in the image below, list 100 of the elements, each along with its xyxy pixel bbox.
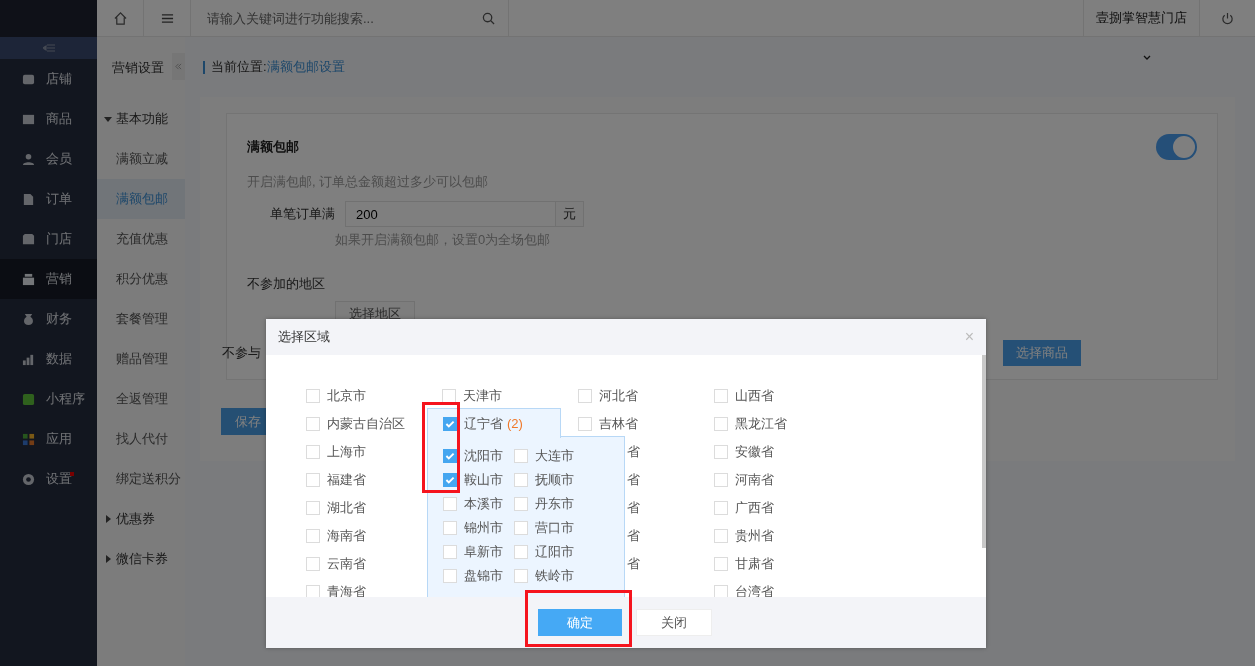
nav-icon <box>22 232 35 246</box>
nav-item[interactable]: 营销 <box>0 259 97 299</box>
nav-item[interactable]: 应用 <box>0 419 97 459</box>
nav-item[interactable]: 会员 <box>0 139 97 179</box>
nav-icon <box>22 392 35 406</box>
region-label[interactable]: 安徽省 <box>735 443 774 461</box>
nav-icon <box>22 312 35 326</box>
region-label[interactable]: 吉林省 <box>599 415 638 433</box>
region-label[interactable]: 贵州省 <box>735 527 774 545</box>
region-label[interactable]: 省 <box>627 443 640 461</box>
nav-icon <box>22 472 35 486</box>
sidebar-group[interactable]: 基本功能 <box>97 99 185 139</box>
region-label[interactable]: 海南省 <box>327 527 366 545</box>
selected-count: (2) <box>507 416 523 431</box>
sidebar-item[interactable]: 绑定送积分 <box>97 459 185 499</box>
nav-item[interactable]: 财务 <box>0 299 97 339</box>
city-label[interactable]: 锦州市 <box>464 519 503 537</box>
region-label[interactable]: 云南省 <box>327 555 366 573</box>
nav-item[interactable]: 商品 <box>0 99 97 139</box>
nav-icon <box>22 272 35 286</box>
city-label[interactable]: 盘锦市 <box>464 567 503 585</box>
nav-icon <box>22 192 35 206</box>
double-chevron-icon <box>175 63 182 70</box>
region-label[interactable]: 湖北省 <box>327 499 366 517</box>
unit-addon: 元 <box>556 201 584 227</box>
region-label[interactable]: 黑龙江省 <box>735 415 787 433</box>
region-label[interactable]: 省 <box>627 471 640 489</box>
region-label[interactable]: 省 <box>627 555 640 573</box>
home-icon <box>113 11 127 25</box>
region-label[interactable]: 省 <box>627 499 640 517</box>
region-label[interactable]: 广西省 <box>735 499 774 517</box>
checkbox[interactable] <box>443 416 457 431</box>
province-tab[interactable]: 辽宁省 (2) <box>427 408 561 438</box>
region-label[interactable]: 上海市 <box>327 443 366 461</box>
triangle-icon <box>104 515 112 523</box>
chevron-down-icon[interactable] <box>1143 55 1151 60</box>
region-label[interactable]: 北京市 <box>327 387 366 405</box>
breadcrumb-label: 当前位置: <box>211 58 267 76</box>
sidebar-item[interactable]: 积分优惠 <box>97 259 185 299</box>
sidebar-group[interactable]: 微信卡券 <box>97 539 185 579</box>
field-label: 单笔订单满 <box>269 205 336 223</box>
checkbox[interactable] <box>443 449 457 463</box>
triangle-icon <box>104 115 112 123</box>
nav-icon <box>22 152 35 166</box>
city-label[interactable]: 沈阳市 <box>464 447 503 465</box>
triangle-icon <box>104 555 112 563</box>
sidebar-item[interactable]: 充值优惠 <box>97 219 185 259</box>
menu-icon <box>160 11 174 25</box>
store-name[interactable]: 壹捌掌智慧门店 <box>1083 0 1199 36</box>
region-label[interactable]: 河南省 <box>735 471 774 489</box>
city-label[interactable]: 辽阳市 <box>535 543 574 561</box>
region-label[interactable]: 省 <box>627 527 640 545</box>
region-label[interactable]: 台湾省 <box>735 583 774 597</box>
region-label[interactable]: 山西省 <box>735 387 774 405</box>
city-label[interactable]: 阜新市 <box>464 543 503 561</box>
nav-icon <box>22 352 35 366</box>
nav-icon <box>22 112 35 126</box>
region-label[interactable]: 内蒙古自治区 <box>327 415 405 433</box>
section-title: 满额包邮 <box>247 138 299 156</box>
dialog-title: 选择区域 <box>278 328 330 346</box>
nav-item[interactable]: 数据 <box>0 339 97 379</box>
region-label[interactable]: 河北省 <box>599 387 638 405</box>
field-label: 不参加的地区 <box>247 275 325 293</box>
city-label[interactable]: 丹东市 <box>535 495 574 513</box>
collapse-icon[interactable] <box>42 44 55 52</box>
collapse-button[interactable] <box>172 53 185 80</box>
field-label: 不参与 <box>222 344 261 362</box>
nav-icon <box>22 72 35 86</box>
sidebar-item[interactable]: 找人代付 <box>97 419 185 459</box>
nav-item[interactable]: 设置 <box>0 459 97 499</box>
nav-item[interactable]: 门店 <box>0 219 97 259</box>
region-label[interactable]: 青海省 <box>327 583 366 597</box>
sidebar-title: 营销设置 <box>111 59 165 77</box>
city-label[interactable]: 营口市 <box>535 519 574 537</box>
region-label[interactable]: 天津市 <box>463 387 502 405</box>
sidebar-item[interactable]: 满额立减 <box>97 139 185 179</box>
region-label[interactable]: 福建省 <box>327 471 366 489</box>
sidebar-group[interactable]: 优惠券 <box>97 499 185 539</box>
amount-field[interactable]: 200 <box>345 201 556 227</box>
checkbox[interactable] <box>443 473 457 487</box>
city-label[interactable]: 抚顺市 <box>535 471 574 489</box>
power-icon <box>1221 11 1234 25</box>
nav-item[interactable]: 订单 <box>0 179 97 219</box>
scrollbar[interactable] <box>982 355 986 548</box>
search-icon[interactable] <box>482 11 495 25</box>
city-label[interactable]: 大连市 <box>535 447 574 465</box>
sidebar-item[interactable]: 赠品管理 <box>97 339 185 379</box>
search-field[interactable]: 请输入关键词进行功能搜索... <box>205 9 482 27</box>
region-label[interactable]: 甘肃省 <box>735 555 774 573</box>
city-label[interactable]: 本溪市 <box>464 495 503 513</box>
sidebar-item[interactable]: 全返管理 <box>97 379 185 419</box>
close-dialog-button[interactable]: 关闭 <box>636 609 712 636</box>
city-label[interactable]: 鞍山市 <box>464 471 503 489</box>
sidebar-item[interactable]: 套餐管理 <box>97 299 185 339</box>
toggle-switch[interactable] <box>1156 134 1197 160</box>
nav-item[interactable]: 小程序 <box>0 379 97 419</box>
region-label[interactable]: 辽宁省 <box>464 414 503 433</box>
nav-item[interactable]: 店铺 <box>0 59 97 99</box>
city-label[interactable]: 铁岭市 <box>535 567 574 585</box>
nav-icon <box>22 432 35 446</box>
